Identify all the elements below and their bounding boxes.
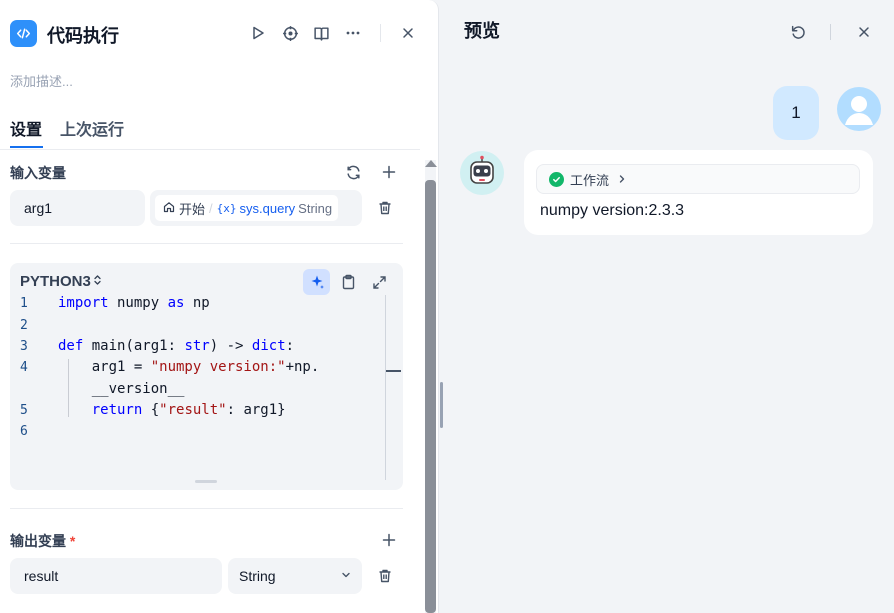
editor-scrollbar[interactable]	[385, 295, 386, 480]
close-icon[interactable]	[397, 22, 419, 44]
language-select[interactable]: PYTHON3	[20, 273, 102, 290]
chevron-right-icon	[617, 172, 627, 187]
variable-reference-chip[interactable]: 开始 / {x} sys.query String	[155, 195, 338, 221]
panel-resize-handle[interactable]	[440, 382, 443, 428]
home-icon	[163, 201, 175, 216]
workflow-editor: 代码执行 添加描述... 设置 上次运行 输入变量 arg1 开始 / {x} …	[0, 0, 894, 613]
delete-input-var-button[interactable]	[374, 197, 396, 219]
line-number: 5	[20, 403, 28, 418]
reset-icon[interactable]	[787, 21, 809, 43]
book-icon[interactable]	[310, 22, 332, 44]
line-number: 1	[20, 296, 28, 311]
variable-type: String	[298, 200, 333, 216]
source-node-name: 开始	[179, 201, 206, 217]
tab-last-run[interactable]: 上次运行	[60, 116, 124, 140]
code-editor[interactable]: PYTHON3 1 import numpy as np 2 3 def mai…	[10, 263, 403, 490]
line-number: 6	[20, 424, 28, 439]
workflow-label: 工作流	[570, 172, 610, 188]
code-node-icon	[10, 20, 37, 47]
output-var-name-field[interactable]: result	[10, 558, 222, 594]
chevron-down-icon	[340, 568, 352, 584]
add-input-var-button[interactable]	[378, 161, 400, 183]
ai-generate-button[interactable]	[303, 269, 330, 295]
preview-title: 预览	[464, 21, 500, 41]
code-line-4-wrap: __version__	[58, 381, 185, 397]
panel-header: 代码执行	[10, 20, 430, 48]
user-avatar	[837, 87, 881, 131]
line-number: 4	[20, 360, 28, 375]
section-divider	[10, 508, 403, 509]
required-mark: *	[69, 533, 76, 549]
header-divider	[380, 24, 381, 42]
output-vars-label: 输出变量 *	[10, 531, 75, 551]
description-input[interactable]: 添加描述...	[10, 71, 73, 90]
tabs-divider	[0, 149, 420, 150]
language-label: PYTHON3	[20, 273, 91, 290]
run-button[interactable]	[247, 22, 269, 44]
indent-guide	[68, 359, 69, 417]
bot-message: 工作流 numpy version:2.3.3	[524, 150, 873, 235]
refresh-icon[interactable]	[342, 161, 364, 183]
scrollbar-thumb[interactable]	[425, 180, 436, 613]
node-title[interactable]: 代码执行	[47, 22, 119, 48]
code-line-3: def main(arg1: str) -> dict:	[58, 338, 295, 354]
output-var-type-select[interactable]: String	[228, 558, 362, 594]
sort-arrows-icon	[93, 273, 102, 290]
input-var-name-field[interactable]: arg1	[10, 190, 145, 226]
input-var-reference-field[interactable]: 开始 / {x} sys.query String	[150, 190, 362, 226]
panel-scrollbar[interactable]	[425, 160, 437, 613]
crosshair-icon[interactable]	[279, 22, 301, 44]
path-separator: /	[209, 200, 213, 216]
output-vars-label-text: 输出变量	[10, 533, 66, 549]
code-line-4: arg1 = "numpy version:"+np.	[58, 359, 320, 375]
check-circle-icon	[549, 171, 564, 187]
editor-scroll-marker	[386, 370, 401, 372]
code-line-5: return {"result": arg1}	[91, 402, 286, 418]
header-divider	[830, 24, 831, 40]
user-message: 1	[773, 86, 819, 140]
tab-active-indicator	[10, 146, 43, 148]
section-divider	[10, 243, 403, 244]
bot-avatar	[460, 151, 504, 195]
editor-resize-handle[interactable]	[195, 480, 217, 483]
variable-icon: {x}	[216, 201, 237, 215]
add-output-var-button[interactable]	[378, 529, 400, 551]
expand-icon[interactable]	[368, 271, 390, 293]
tab-settings[interactable]: 设置	[10, 116, 42, 140]
code-line-1: import numpy as np	[58, 295, 210, 311]
delete-output-var-button[interactable]	[374, 565, 396, 587]
close-icon[interactable]	[853, 21, 875, 43]
node-config-panel: 代码执行 添加描述... 设置 上次运行 输入变量 arg1 开始 / {x} …	[0, 0, 439, 613]
variable-name: sys.query	[239, 200, 296, 216]
more-icon[interactable]	[342, 22, 364, 44]
line-number: 2	[20, 318, 28, 333]
bot-answer-text: numpy version:2.3.3	[540, 202, 685, 219]
scroll-up-arrow[interactable]	[425, 160, 437, 167]
input-vars-label: 输入变量	[10, 165, 66, 181]
output-var-type-value: String	[239, 568, 276, 584]
preview-panel: 预览 1 工作流 numpy version:2.3.3	[446, 0, 894, 613]
line-number: 3	[20, 339, 28, 354]
workflow-process-chip[interactable]: 工作流	[536, 164, 860, 194]
clipboard-icon[interactable]	[337, 271, 359, 293]
